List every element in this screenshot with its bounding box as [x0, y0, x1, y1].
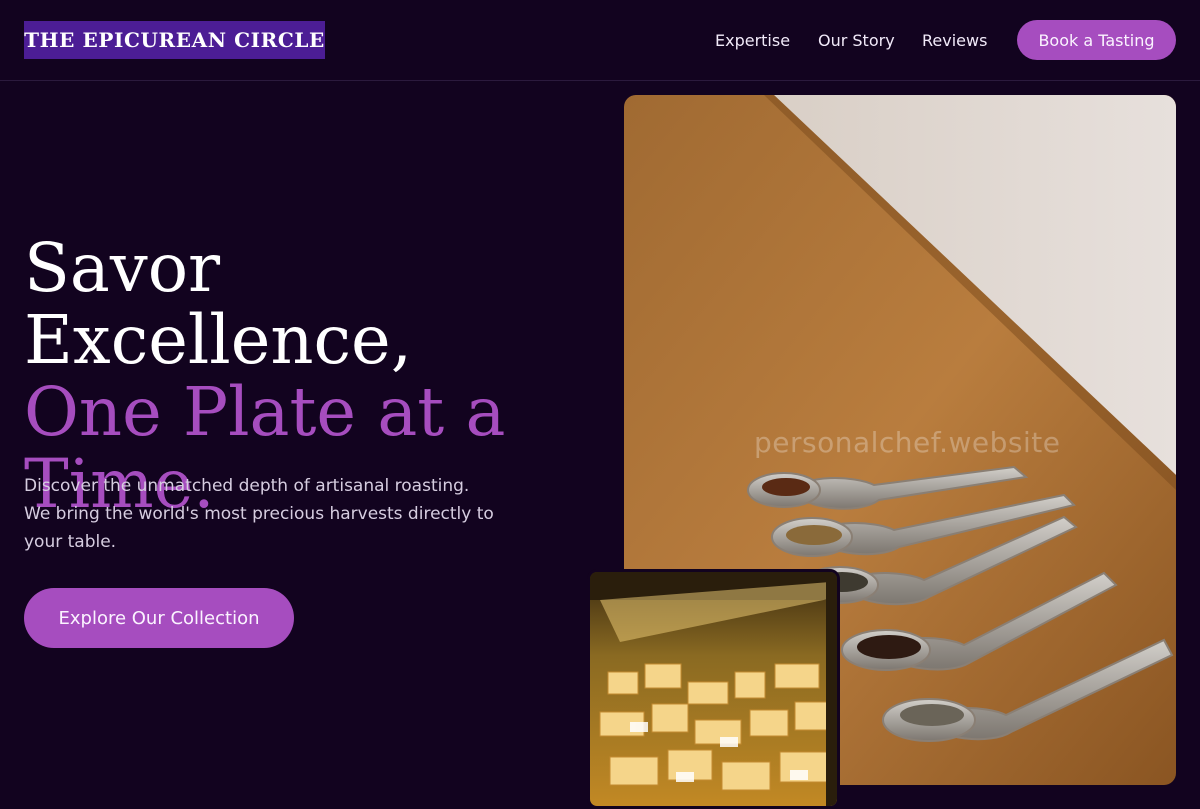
cheese-display-photo: [587, 569, 840, 809]
top-nav: THE EPICUREAN CIRCLE Expertise Our Story…: [0, 0, 1200, 81]
watermark: personalchef.website: [754, 426, 1061, 459]
nav-link-our-story[interactable]: Our Story: [818, 31, 895, 50]
headline-line-1: Savor Excellence,: [24, 229, 412, 379]
nav-link-reviews[interactable]: Reviews: [922, 31, 987, 50]
book-tasting-button[interactable]: Book a Tasting: [1017, 20, 1176, 60]
brand-logo[interactable]: THE EPICUREAN CIRCLE: [24, 21, 325, 59]
nav-link-expertise[interactable]: Expertise: [715, 31, 790, 50]
explore-collection-button[interactable]: Explore Our Collection: [24, 588, 294, 648]
brand-name: THE EPICUREAN CIRCLE: [24, 28, 325, 52]
hero-description: Discover the unmatched depth of artisana…: [24, 476, 494, 552]
